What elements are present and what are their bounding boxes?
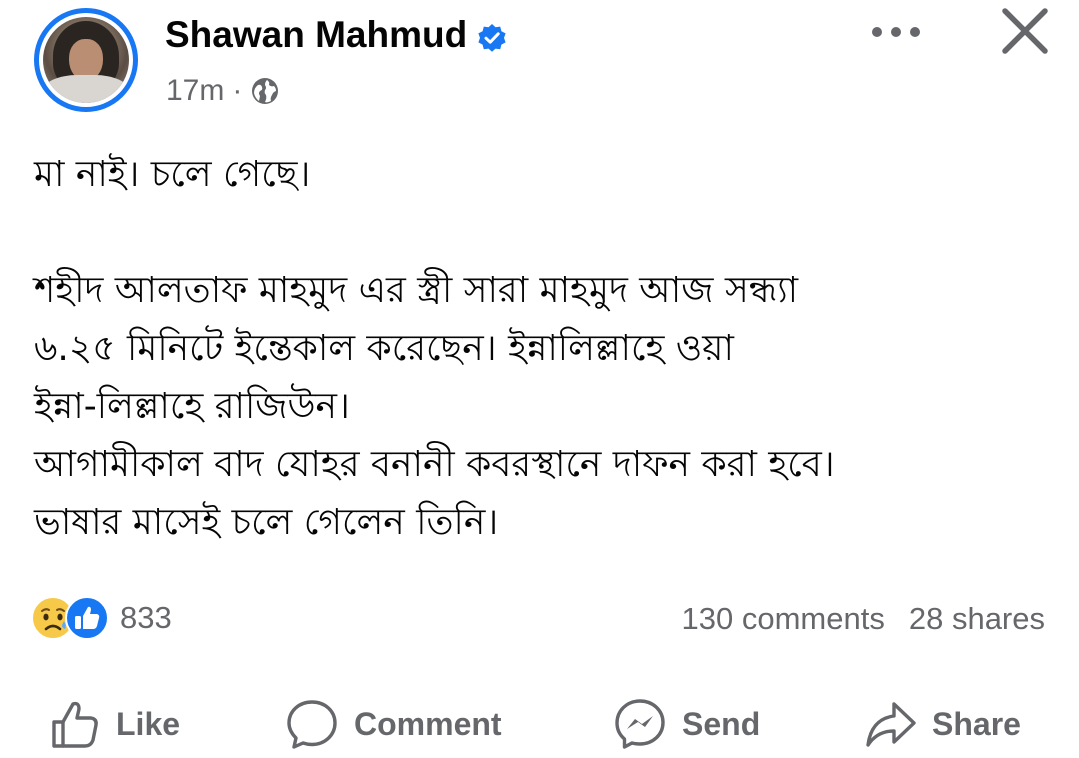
shares-count-link[interactable]: 28 shares — [909, 601, 1045, 637]
share-button[interactable]: Share — [862, 690, 1021, 758]
post-time[interactable]: 17m — [166, 74, 224, 108]
more-horizontal-icon — [872, 27, 920, 37]
action-bar: Like Comment Send Share — [0, 690, 1079, 758]
globe-icon — [250, 76, 280, 106]
avatar[interactable] — [34, 8, 138, 112]
share-arrow-icon — [866, 702, 916, 747]
thumbs-up-icon — [52, 701, 98, 748]
messenger-icon — [615, 699, 665, 749]
comments-count-link[interactable]: 130 comments — [682, 601, 885, 637]
send-label: Send — [682, 705, 761, 742]
verified-badge-icon — [477, 20, 507, 52]
more-options-button[interactable] — [868, 16, 924, 48]
send-button[interactable]: Send — [612, 690, 760, 758]
post-text-line: ভাষার মাসেই চলে গেলেন তিনি। — [34, 502, 499, 543]
share-label: Share — [932, 705, 1021, 742]
comment-bubble-icon — [287, 700, 337, 749]
reaction-summary[interactable]: 833 — [30, 595, 172, 641]
post-header: Shawan Mahmud 17m · — [0, 0, 1079, 130]
post-stats: 833 130 comments 28 shares — [0, 595, 1079, 647]
close-icon — [1002, 8, 1048, 54]
like-button[interactable]: Like — [46, 690, 180, 758]
author-name-row: Shawan Mahmud — [165, 14, 507, 56]
post-text-line: ইন্না-লিল্লাহে রাজিউন। — [34, 386, 350, 427]
post-text-line: ৬.২৫ মিনিটে ইন্তেকাল করেছেন। ইন্নালিল্লা… — [34, 328, 734, 369]
reaction-count: 833 — [120, 600, 172, 635]
post-body: মা নাই। চলে গেছে। শহীদ আলতাফ মাহমুদ এর স… — [34, 146, 1054, 552]
close-button[interactable] — [996, 2, 1054, 60]
comment-button[interactable]: Comment — [284, 690, 502, 758]
like-label: Like — [116, 705, 181, 742]
author-name[interactable]: Shawan Mahmud — [165, 14, 467, 56]
post-text-line: আগামীকাল বাদ যোহর বনানী কবরস্থানে দাফন ক… — [34, 444, 835, 485]
post-meta: 17m · — [166, 74, 280, 108]
engagement-counts: 130 comments 28 shares — [682, 601, 1045, 637]
like-reaction-icon — [64, 595, 110, 641]
avatar-photo — [43, 17, 129, 103]
meta-separator: · — [232, 74, 243, 107]
comment-label: Comment — [354, 705, 502, 742]
post-text-line: মা নাই। চলে গেছে। — [34, 154, 311, 195]
post-text-line: শহীদ আলতাফ মাহমুদ এর স্ত্রী সারা মাহমুদ … — [34, 270, 799, 311]
